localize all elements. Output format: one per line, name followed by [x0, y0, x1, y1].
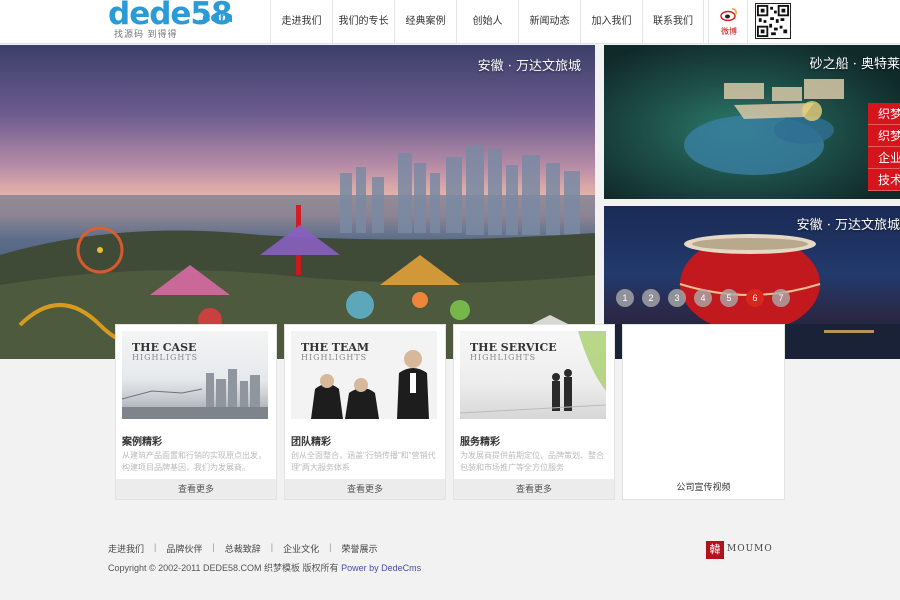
weibo-link[interactable]: 微博 — [708, 0, 748, 44]
main-nav: 走进我们 我们的专长 经典案例 创始人 新闻动态 加入我们 联系我们 — [270, 0, 704, 44]
nav-item-join[interactable]: 加入我们 — [580, 0, 642, 44]
footer-separator: | — [329, 542, 332, 552]
weibo-label: 微博 — [721, 27, 737, 36]
team-card-desc: 创从全面整合，涵盖"行销传播"和"营销代理"两大服务体系 — [291, 451, 436, 472]
slider-dot[interactable]: 2 — [642, 289, 660, 307]
nav-item-expertise[interactable]: 我们的专长 — [332, 0, 394, 44]
nav-item-about[interactable]: 走进我们 — [270, 0, 332, 44]
footer-link-partners[interactable]: 品牌伙伴 — [166, 542, 202, 555]
site-header: dede58 .com 找源码 到得得 走进我们 我们的专长 经典案例 创始人 … — [0, 0, 900, 44]
site-logo[interactable]: dede58 .com 找源码 到得得 — [108, 0, 258, 40]
case-more-button[interactable]: 查看更多 — [116, 479, 276, 499]
footer-link-about[interactable]: 走进我们 — [108, 542, 144, 555]
footer-links: 走进我们 | 品牌伙伴 | 总裁致辞 | 企业文化 | 荣誉展示 — [108, 542, 377, 555]
case-thumb-subtitle: HIGHLIGHTS — [132, 353, 199, 362]
service-thumbnail[interactable]: THE SERVICE HIGHLIGHTS — [460, 331, 606, 419]
red-menu-item[interactable]: 织梦 — [868, 125, 900, 147]
footer-separator: | — [270, 542, 274, 552]
power-by-link[interactable]: Power by DedeCms — [341, 563, 421, 573]
nav-item-founder[interactable]: 创始人 — [456, 0, 518, 44]
slider-dot[interactable]: 7 — [772, 289, 790, 307]
footer-link-honors[interactable]: 荣誉展示 — [341, 542, 377, 555]
footer-separator: | — [212, 542, 215, 552]
team-thumb-subtitle: HIGHLIGHTS — [301, 353, 368, 362]
company-video-label[interactable]: 公司宣传视频 — [623, 480, 784, 493]
nav-item-news[interactable]: 新闻动态 — [518, 0, 580, 44]
team-card-title[interactable]: 团队精彩 — [291, 433, 331, 448]
floating-red-menu: 织梦 织梦 企业 技术 — [868, 103, 900, 191]
hero-banner-title: 安徽 · 万达文旅城 — [477, 59, 581, 74]
weibo-icon — [720, 8, 737, 21]
slider-dot[interactable]: 5 — [720, 289, 738, 307]
copyright: Copyright © 2002-2011 DEDE58.COM 织梦模板 版权… — [108, 561, 421, 574]
service-card-title[interactable]: 服务精彩 — [460, 433, 500, 448]
nav-item-cases[interactable]: 经典案例 — [394, 0, 456, 44]
slider-dot[interactable]: 3 — [668, 289, 686, 307]
logo-domain: .com — [198, 9, 234, 26]
copyright-text: Copyright © 2002-2011 DEDE58.COM 织梦模板 版权… — [108, 563, 339, 573]
footer-separator: | — [154, 542, 157, 552]
nav-item-contact[interactable]: 联系我们 — [642, 0, 704, 44]
qr-code-icon — [755, 3, 791, 39]
slider-dot-active[interactable]: 6 — [746, 289, 764, 307]
side-banner-top-title: 砂之船 · 奥特莱 — [809, 57, 900, 72]
case-card-title[interactable]: 案例精彩 — [122, 433, 162, 448]
side-banner-top[interactable]: 砂之船 · 奥特莱 — [604, 45, 900, 199]
moumo-wordmark: MOUMO — [727, 544, 773, 554]
footer-link-culture[interactable]: 企业文化 — [283, 542, 319, 555]
moumo-seal-icon: 韓 — [706, 541, 724, 559]
case-card: THE CASE HIGHLIGHTS 案例精彩 从建筑产品面置和行销的实现原点… — [115, 324, 277, 500]
red-menu-item[interactable]: 织梦 — [868, 103, 900, 125]
team-card: THE TEAM HIGHLIGHTS 团队精彩 创从全面整合，涵盖"行销传播"… — [284, 324, 446, 500]
footer-link-ceo[interactable]: 总裁致辞 — [225, 542, 261, 555]
slider-pagination: 1 2 3 4 5 6 7 — [616, 289, 790, 307]
red-menu-item[interactable]: 技术 — [868, 169, 900, 191]
case-thumbnail[interactable]: THE CASE HIGHLIGHTS — [122, 331, 268, 419]
hero-banner[interactable]: 安徽 · 万达文旅城 — [0, 45, 595, 359]
service-card-desc: 为发展商提供前期定位、品牌策划、整合包装和市场推广等全方位服务 — [460, 451, 604, 472]
team-more-button[interactable]: 查看更多 — [285, 479, 445, 499]
service-thumb-subtitle: HIGHLIGHTS — [470, 353, 537, 362]
red-menu-item[interactable]: 企业 — [868, 147, 900, 169]
moumo-logo[interactable]: 韓 MOUMO — [706, 541, 772, 559]
case-card-desc: 从建筑产品面置和行销的实现原点出发，构建项目品牌基因，我们为发展商。 — [122, 451, 266, 472]
logo-tagline: 找源码 到得得 — [114, 29, 178, 39]
service-card: THE SERVICE HIGHLIGHTS 服务精彩 为发展商提供前期定位、品… — [453, 324, 615, 500]
hero-banner-image — [0, 145, 595, 359]
company-video-box[interactable]: 公司宣传视频 — [622, 324, 785, 500]
service-more-button[interactable]: 查看更多 — [454, 479, 614, 499]
side-banner-bottom-title: 安徽 · 万达文旅城 — [796, 218, 900, 233]
slider-dot[interactable]: 1 — [616, 289, 634, 307]
slider-dot[interactable]: 4 — [694, 289, 712, 307]
team-thumbnail[interactable]: THE TEAM HIGHLIGHTS — [291, 331, 437, 419]
